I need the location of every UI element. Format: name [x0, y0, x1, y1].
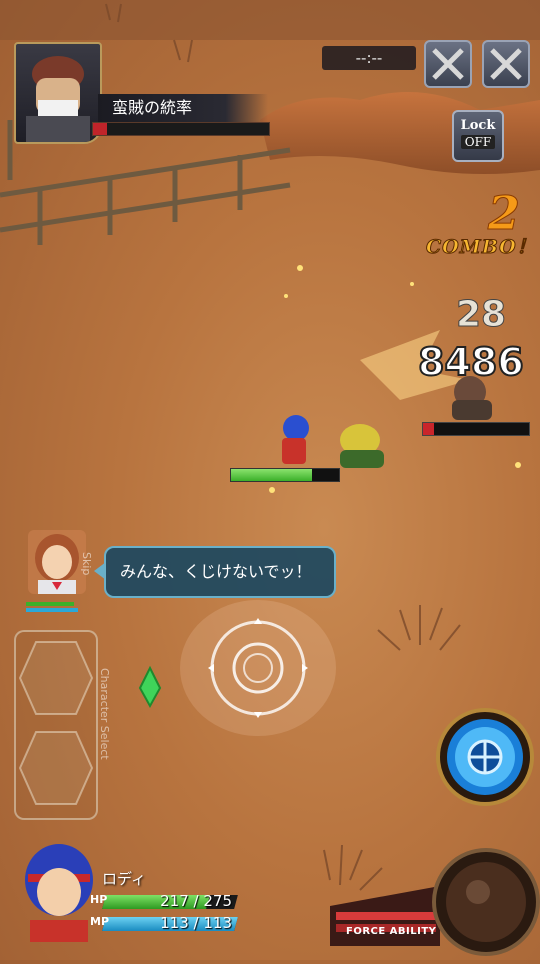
character-select-label: Character Select — [98, 668, 111, 760]
boss-hp-bar — [92, 122, 270, 136]
damage-number-big: 8486 — [417, 339, 525, 385]
player-hp-row: HP 217 / 275 — [90, 892, 240, 912]
speaker-hp-bar — [26, 602, 74, 606]
character-slot-2 — [18, 731, 94, 805]
boss-hp-fill — [93, 123, 108, 135]
green-crystal — [138, 665, 162, 709]
mp-label: MP — [90, 915, 110, 928]
boss-portrait — [14, 42, 102, 144]
speaker-mp-bar — [26, 608, 78, 612]
enemy-hp-bar — [422, 422, 530, 436]
ally-character — [340, 424, 384, 468]
character-select-panel[interactable] — [14, 630, 98, 820]
player-hp-value: 217 / 275 — [160, 892, 232, 910]
skill-slot-locked-1[interactable] — [424, 40, 472, 88]
battle-timer: --:-- — [322, 46, 416, 70]
character-slot-1 — [18, 641, 94, 715]
damage-number-small: 28 — [455, 294, 507, 336]
virtual-joystick[interactable] — [178, 600, 338, 740]
player-name: ロディ — [102, 870, 146, 888]
crossed-chains-icon — [490, 48, 522, 80]
combo-label: COMBO！ — [426, 236, 537, 259]
player-field-hp-fill — [231, 469, 312, 481]
target-lock-button[interactable]: Lock OFF — [452, 110, 504, 162]
player-character — [282, 415, 309, 464]
player-field-hp-bar — [230, 468, 340, 482]
crossed-chains-icon — [432, 48, 464, 80]
special-skill-button[interactable] — [436, 708, 534, 806]
force-ability-button[interactable] — [330, 846, 540, 960]
force-ability-label: FORCE ABILITY — [346, 926, 437, 937]
player-mp-value: 113 / 113 — [160, 914, 232, 932]
speech-bubble: みんな、くじけないでッ！ — [94, 546, 336, 598]
speaker-portrait — [28, 530, 86, 594]
enemy-hp-fill — [423, 423, 434, 435]
lock-label: Lock — [460, 118, 496, 133]
skip-label[interactable]: Skip — [80, 552, 93, 575]
boss-name: 蛮賊の統率 — [98, 94, 268, 122]
lock-state: OFF — [461, 135, 495, 149]
player-mp-row: MP 113 / 113 — [90, 914, 240, 934]
skill-slot-locked-2[interactable] — [482, 40, 530, 88]
hp-label: HP — [90, 893, 108, 906]
speaker-status-bars — [26, 602, 82, 614]
